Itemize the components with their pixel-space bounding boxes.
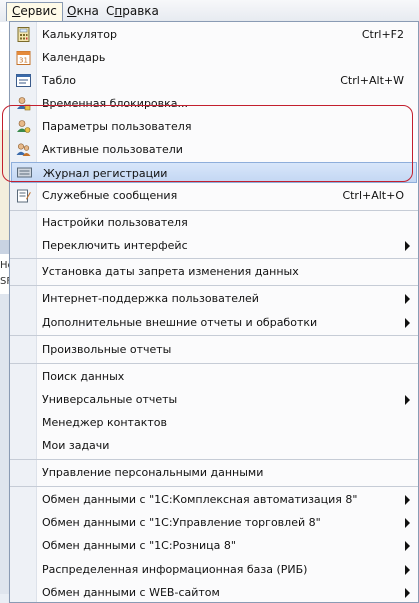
submenu-arrow-icon: [405, 395, 410, 405]
messages-icon: [17, 189, 31, 203]
menu-separator: [10, 285, 418, 286]
menu-separator: [10, 258, 418, 259]
lock-user-icon: [17, 97, 31, 111]
submenu-arrow-icon: [405, 565, 410, 575]
submenu-arrow-icon: [405, 318, 410, 328]
calendar-icon: 31: [16, 51, 31, 65]
journal-icon: [17, 167, 32, 178]
menu-separator: [10, 335, 418, 336]
menu-item-exchange-complex[interactable]: Обмен данными с "1С:Комплексная автомати…: [10, 489, 418, 510]
menu-separator: [10, 210, 418, 211]
menu-item-label: Калькулятор: [42, 28, 117, 41]
menu-windows-label: кна: [76, 4, 99, 18]
submenu-arrow-icon: [405, 541, 410, 551]
menu-service-label: ервис: [20, 4, 57, 18]
menu-item-internet-support[interactable]: Интернет-поддержка пользователей: [10, 288, 418, 309]
submenu-arrow-icon: [405, 294, 410, 304]
menu-item-registration-log[interactable]: Журнал регистрации: [11, 162, 417, 183]
menu-item-label: Служебные сообщения: [42, 189, 178, 202]
menu-item-data-search[interactable]: Поиск данных: [10, 366, 418, 387]
submenu-arrow-icon: [405, 518, 410, 528]
menu-item-label: Журнал регистрации: [43, 167, 168, 180]
menu-item-contact-manager[interactable]: Менеджер контактов: [10, 412, 418, 433]
menu-separator: [10, 459, 418, 460]
shortcut-label: Ctrl+Alt+W: [340, 74, 404, 87]
menu-item-universal-reports[interactable]: Универсальные отчеты: [10, 389, 418, 410]
submenu-arrow-icon: [405, 495, 410, 505]
menu-item-label: Обмен данными с "1С:Управление торговлей…: [42, 516, 321, 529]
calculator-icon: [17, 27, 30, 42]
menu-item-custom-reports[interactable]: Произвольные отчеты: [10, 339, 418, 360]
menu-item-user-settings[interactable]: Параметры пользователя: [10, 116, 418, 137]
menu-item-label: Интернет-поддержка пользователей: [42, 292, 259, 305]
menu-item-label: Поиск данных: [42, 370, 125, 383]
menu-item-label: Произвольные отчеты: [42, 343, 172, 356]
menu-item-calendar[interactable]: 31 Календарь: [10, 47, 418, 68]
active-users-icon: [16, 143, 31, 156]
menu-item-prohibition-date[interactable]: Установка даты запрета изменения данных: [10, 261, 418, 282]
menu-item-exchange-trade[interactable]: Обмен данными с "1С:Управление торговлей…: [10, 512, 418, 533]
menu-item-label: Универсальные отчеты: [42, 393, 178, 406]
menu-item-label: Настройки пользователя: [42, 216, 188, 229]
menu-item-exchange-retail[interactable]: Обмен данными с "1С:Розница 8": [10, 535, 418, 556]
menu-item-label: Календарь: [42, 51, 106, 64]
menu-item-calculator[interactable]: Калькулятор Ctrl+F2: [10, 24, 418, 45]
submenu-arrow-icon: [405, 588, 410, 598]
menu-item-label: Параметры пользователя: [42, 120, 192, 133]
menu-item-label: Мои задачи: [42, 439, 110, 452]
user-settings-icon: [17, 120, 31, 133]
menu-item-label: Обмен данными с "1С:Комплексная автомати…: [42, 493, 358, 506]
menu-item-user-preferences[interactable]: Настройки пользователя: [10, 212, 418, 233]
menu-item-label: Активные пользователи: [42, 143, 183, 156]
menu-item-board[interactable]: Табло Ctrl+Alt+W: [10, 70, 418, 91]
menu-item-personal-data[interactable]: Управление персональными данными: [10, 462, 418, 483]
menu-item-label: Обмен данными с "1С:Розница 8": [42, 539, 236, 552]
menu-service[interactable]: Сервис: [6, 2, 63, 21]
menu-item-label: Переключить интерфейс: [42, 239, 188, 252]
menu-item-label: Обмен данными с WEB-сайтом: [42, 586, 220, 599]
menu-item-label: Установка даты запрета изменения данных: [42, 265, 299, 278]
menu-item-label: Временная блокировка...: [42, 97, 189, 110]
menu-item-active-users[interactable]: Активные пользователи: [10, 139, 418, 160]
submenu-arrow-icon: [405, 241, 410, 251]
menu-item-distributed-db[interactable]: Распределенная информационная база (РИБ): [10, 559, 418, 580]
menu-item-temporary-lock[interactable]: Временная блокировка...: [10, 93, 418, 114]
menu-item-my-tasks[interactable]: Мои задачи: [10, 435, 418, 456]
shortcut-label: Ctrl+F2: [361, 28, 404, 41]
menu-bar: Сервис Окна Справка: [0, 0, 419, 23]
menu-item-service-messages[interactable]: Служебные сообщения Ctrl+Alt+O: [10, 185, 418, 206]
svg-text:31: 31: [19, 57, 28, 65]
menu-help[interactable]: Справка: [101, 3, 164, 19]
menu-item-switch-interface[interactable]: Переключить интерфейс: [10, 235, 418, 256]
service-dropdown-menu: Калькулятор Ctrl+F2 31 Календарь Табло C…: [9, 21, 419, 603]
shortcut-label: Ctrl+Alt+O: [342, 189, 404, 202]
menu-item-external-reports[interactable]: Дополнительные внешние отчеты и обработк…: [10, 312, 418, 333]
menu-item-label: Табло: [42, 74, 77, 87]
menu-separator: [10, 486, 418, 487]
menu-item-label: Дополнительные внешние отчеты и обработк…: [42, 316, 318, 329]
board-icon: [16, 74, 31, 87]
menu-item-exchange-website[interactable]: Обмен данными с WEB-сайтом: [10, 582, 418, 603]
menu-help-label: равка: [122, 4, 159, 18]
menu-windows[interactable]: Окна: [62, 3, 104, 19]
menu-item-label: Менеджер контактов: [42, 416, 167, 429]
menu-item-label: Управление персональными данными: [42, 466, 264, 479]
menu-separator: [10, 363, 418, 364]
menu-item-label: Распределенная информационная база (РИБ): [42, 563, 308, 576]
